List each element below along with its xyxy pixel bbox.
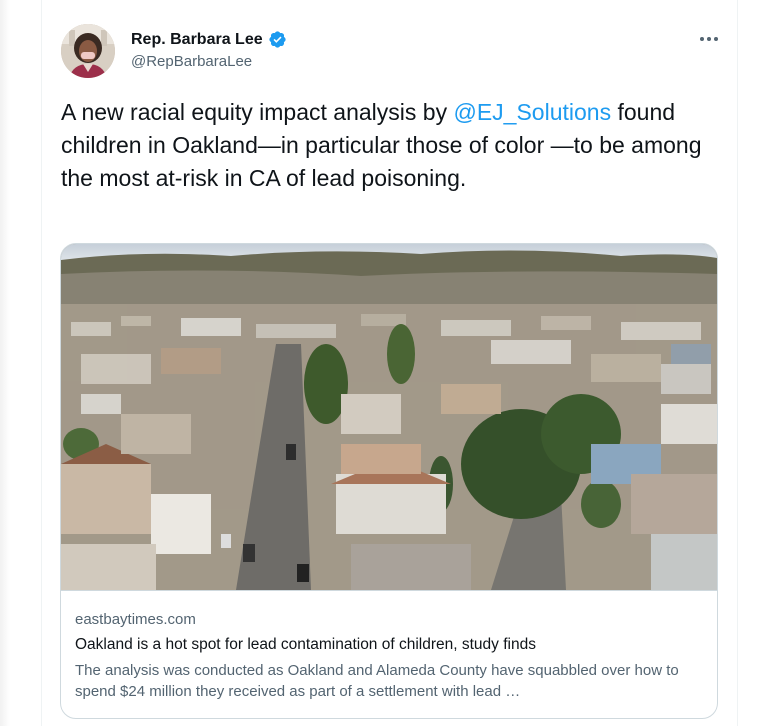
link-preview-card[interactable]: eastbaytimes.com Oakland is a hot spot f… [60,243,718,719]
verified-badge-icon [268,31,286,48]
more-horizontal-icon [699,37,720,41]
tweet-text: A new racial equity impact analysis by @… [61,96,721,195]
card-domain: eastbaytimes.com [75,611,196,628]
card-title[interactable]: Oakland is a hot spot for lead contamina… [75,634,705,656]
tweet-text-part: A new racial equity impact analysis by [61,99,454,125]
author-name-row[interactable]: Rep. Barbara Lee [131,30,287,49]
card-description: The analysis was conducted as Oakland an… [75,660,705,702]
card-image-oakland-aerial[interactable] [61,244,717,591]
author-avatar[interactable] [61,24,115,78]
more-options-button[interactable] [698,30,720,48]
avatar-image [61,24,115,78]
card-description-text: The analysis was conducted as Oakland an… [75,662,679,700]
page-edge [0,0,10,726]
mention-link[interactable]: @EJ_Solutions [453,99,611,125]
author-handle[interactable]: @RepBarbaraLee [131,53,252,70]
author-display-name[interactable]: Rep. Barbara Lee [131,31,263,49]
card-meta: eastbaytimes.com Oakland is a hot spot f… [75,610,705,702]
